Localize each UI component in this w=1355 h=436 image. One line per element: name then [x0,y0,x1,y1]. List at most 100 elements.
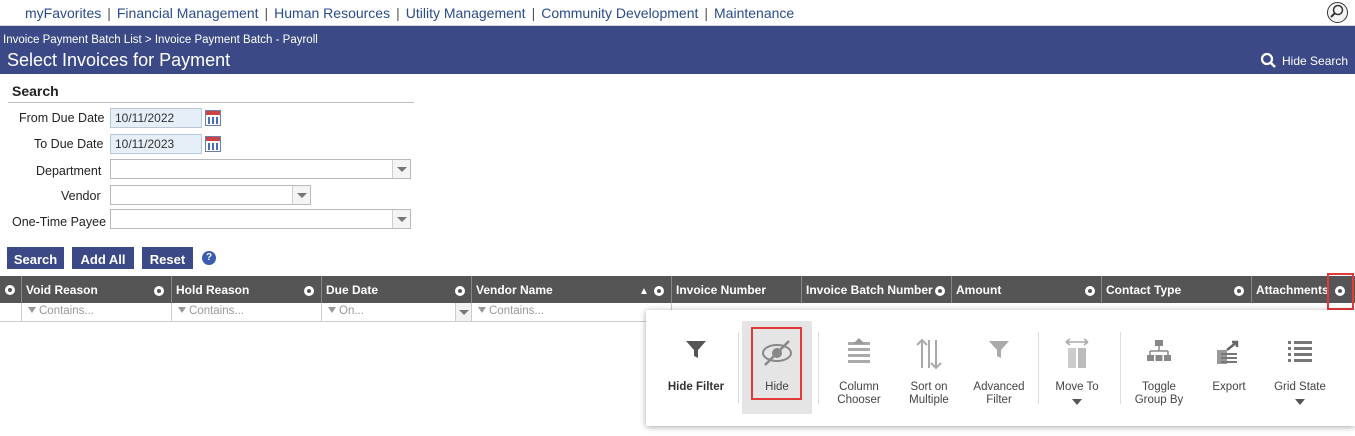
filter-icon [28,306,36,315]
menu-advanced-filter[interactable]: Advanced Filter [964,310,1034,426]
filter-placeholder: Contains... [189,305,244,317]
add-all-button[interactable]: Add All [72,247,134,269]
filter-icon [178,306,186,315]
menu-label: Advanced Filter [973,381,1025,406]
list-icon [1288,341,1312,362]
column-header-label: Invoice Batch Number [806,283,933,297]
to-due-date-label: To Due Date [34,137,104,151]
calendar-icon[interactable] [205,110,221,126]
gear-icon[interactable] [304,286,314,296]
menu-separator [1038,332,1039,404]
sort-multiple-icon [916,338,942,370]
nav-separator: | [704,5,709,21]
filter-hold-reason[interactable]: Contains... [172,303,322,322]
gear-icon[interactable] [1234,286,1244,296]
page-title: Select Invoices for Payment [7,50,231,70]
breadcrumb[interactable]: Invoice Payment Batch List > Invoice Pay… [3,34,318,46]
to-due-date-input[interactable]: 10/11/2023 [110,134,202,154]
column-header-label: Contact Type [1106,283,1182,297]
menu-sort-on-multiple[interactable]: Sort on Multiple [894,310,964,426]
from-due-date-label: From Due Date [19,111,105,125]
hide-search-button[interactable]: Hide Search [1260,52,1348,69]
search-button[interactable]: Search [7,247,64,269]
column-header-label: Invoice Number [676,283,767,297]
column-header-invoice-number[interactable]: Invoice Number [672,276,802,303]
column-header-void-reason[interactable]: Void Reason [22,276,172,303]
gear-icon[interactable] [455,286,465,296]
funnel-icon [989,341,1009,358]
nav-separator: | [107,5,111,21]
top-nav-links: myFavorites | Financial Management | Human R… [25,5,794,21]
column-header-contact-type[interactable]: Contact Type [1102,276,1252,303]
column-header-hold-reason[interactable]: Hold Reason [172,276,322,303]
gear-icon[interactable] [654,286,664,296]
column-header-label: Amount [956,283,1002,297]
column-header-vendor-name[interactable]: Vendor Name ▲ [472,276,672,303]
from-due-date-input[interactable]: 10/11/2022 [110,108,202,128]
top-navigation: myFavorites | Financial Management | Human R… [0,0,1355,26]
column-header-amount[interactable]: Amount [952,276,1102,303]
one-time-payee-label: One-Time Payee [12,215,107,229]
menu-separator [1120,332,1121,404]
chevron-down-icon[interactable] [292,186,310,204]
sort-ascending-icon[interactable]: ▲ [639,286,649,297]
chevron-down-icon [1072,399,1082,405]
filter-vendor-name[interactable]: Contains... [472,303,672,322]
nav-link-human-resources[interactable]: Human Resources [274,5,390,21]
vendor-label: Vendor [61,189,101,203]
nav-separator: | [264,5,269,21]
menu-separator [818,332,819,404]
move-column-icon [1065,338,1089,368]
menu-label: Grid State [1274,381,1326,393]
filter-cell-empty [0,303,22,322]
menu-label: Toggle Group By [1134,381,1184,406]
export-icon [1217,340,1239,364]
filter-icon [328,306,336,315]
chevron-down-icon[interactable] [392,160,410,178]
one-time-payee-select[interactable] [110,209,411,229]
menu-export[interactable]: Export [1194,310,1264,426]
filter-placeholder: On... [339,305,364,317]
column-header-label: Void Reason [26,283,98,297]
highlight-hide-item [751,327,802,400]
menu-move-to[interactable]: Move To [1042,310,1112,426]
menu-column-chooser[interactable]: Column Chooser [824,310,894,426]
gear-icon[interactable] [5,285,15,295]
filter-due-date[interactable]: On... [322,303,472,322]
filter-icon [478,306,486,315]
calendar-icon[interactable] [205,136,221,152]
column-header-label: Due Date [326,283,379,297]
grid-header: Void Reason Hold Reason Due Date Vendor … [0,276,1355,303]
search-divider [8,102,414,103]
gear-icon[interactable] [1085,286,1095,296]
column-header-invoice-batch-number[interactable]: Invoice Batch Number [802,276,952,303]
nav-link-utility-management[interactable]: Utility Management [406,5,526,21]
chevron-down-icon [1295,399,1305,405]
gear-icon[interactable] [154,286,164,296]
page-header: Invoice Payment Batch List > Invoice Pay… [0,26,1355,74]
nav-separator: | [396,5,400,21]
chevron-down-icon[interactable] [392,210,410,228]
grid-settings-column [0,276,22,303]
nav-link-maintenance[interactable]: Maintenance [714,5,794,21]
global-search-icon[interactable] [1327,2,1348,23]
nav-link-financial-management[interactable]: Financial Management [117,5,259,21]
nav-link-community-development[interactable]: Community Development [541,5,698,21]
nav-separator: | [531,5,536,21]
group-by-icon [1147,340,1171,361]
menu-grid-state[interactable]: Grid State [1264,310,1336,426]
reset-button[interactable]: Reset [142,247,193,269]
vendor-select[interactable] [110,185,311,205]
department-select[interactable] [110,159,411,179]
menu-toggle-group-by[interactable]: Toggle Group By [1124,310,1194,426]
column-header-label: Vendor Name [476,283,553,297]
filter-void-reason[interactable]: Contains... [22,303,172,322]
filter-placeholder: Contains... [489,305,544,317]
gear-icon[interactable] [935,286,945,296]
column-header-label: Attachments [1256,283,1329,297]
help-icon[interactable]: ? [202,251,216,265]
nav-link-myfavorites[interactable]: myFavorites [25,5,101,21]
column-header-due-date[interactable]: Due Date [322,276,472,303]
chevron-down-icon[interactable] [455,303,471,321]
column-chooser-icon [848,338,870,363]
